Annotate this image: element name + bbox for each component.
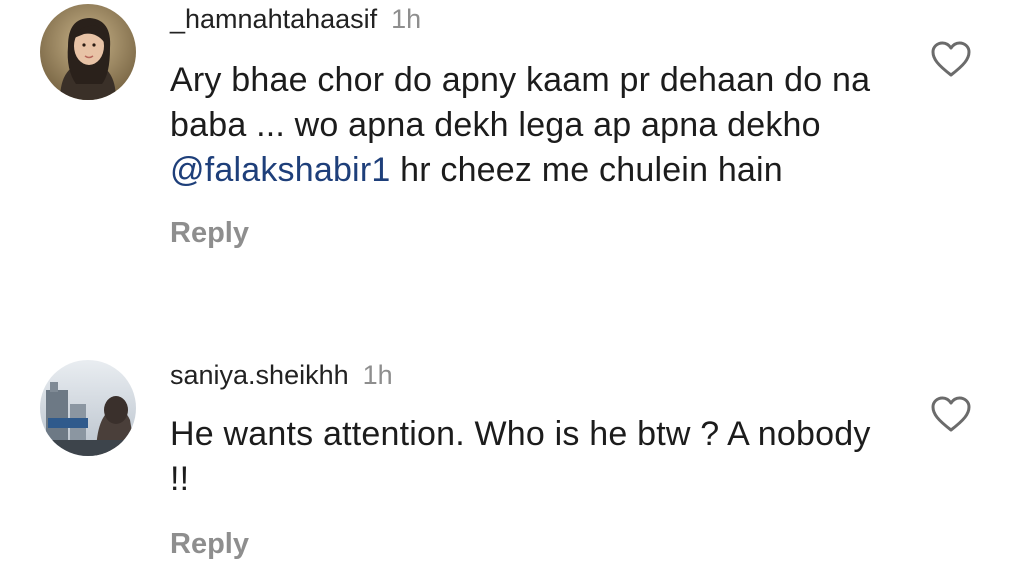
- username[interactable]: saniya.sheikhh: [170, 360, 349, 391]
- avatar[interactable]: [40, 360, 136, 456]
- comment-text: Ary bhae chor do apny kaam pr dehaan do …: [170, 58, 890, 193]
- comment-item: _hamnahtahaasif 1h Ary bhae chor do apny…: [0, 0, 1024, 330]
- comment-meta: _hamnahtahaasif 1h: [170, 4, 890, 36]
- timestamp: 1h: [391, 4, 422, 34]
- reply-button[interactable]: Reply: [170, 528, 249, 561]
- reply-button[interactable]: Reply: [170, 217, 249, 250]
- heart-outline-icon[interactable]: [930, 40, 972, 78]
- mention-link[interactable]: @falakshabir1: [170, 151, 390, 189]
- comment-meta: saniya.sheikhh 1h: [170, 360, 890, 392]
- avatar[interactable]: [40, 4, 136, 100]
- comment-text-part: hr cheez me chulein hain: [390, 151, 783, 189]
- comment-item: saniya.sheikhh 1h He wants attention. Wh…: [0, 340, 1024, 576]
- heart-outline-icon[interactable]: [930, 395, 972, 433]
- comment-body: _hamnahtahaasif 1h Ary bhae chor do apny…: [170, 4, 890, 250]
- comment-text-part: Ary bhae chor do apny kaam pr dehaan do …: [170, 61, 871, 144]
- timestamp: 1h: [362, 360, 393, 390]
- username[interactable]: _hamnahtahaasif: [170, 4, 377, 35]
- comment-body: saniya.sheikhh 1h He wants attention. Wh…: [170, 360, 890, 561]
- comment-text: He wants attention. Who is he btw ? A no…: [170, 415, 871, 498]
